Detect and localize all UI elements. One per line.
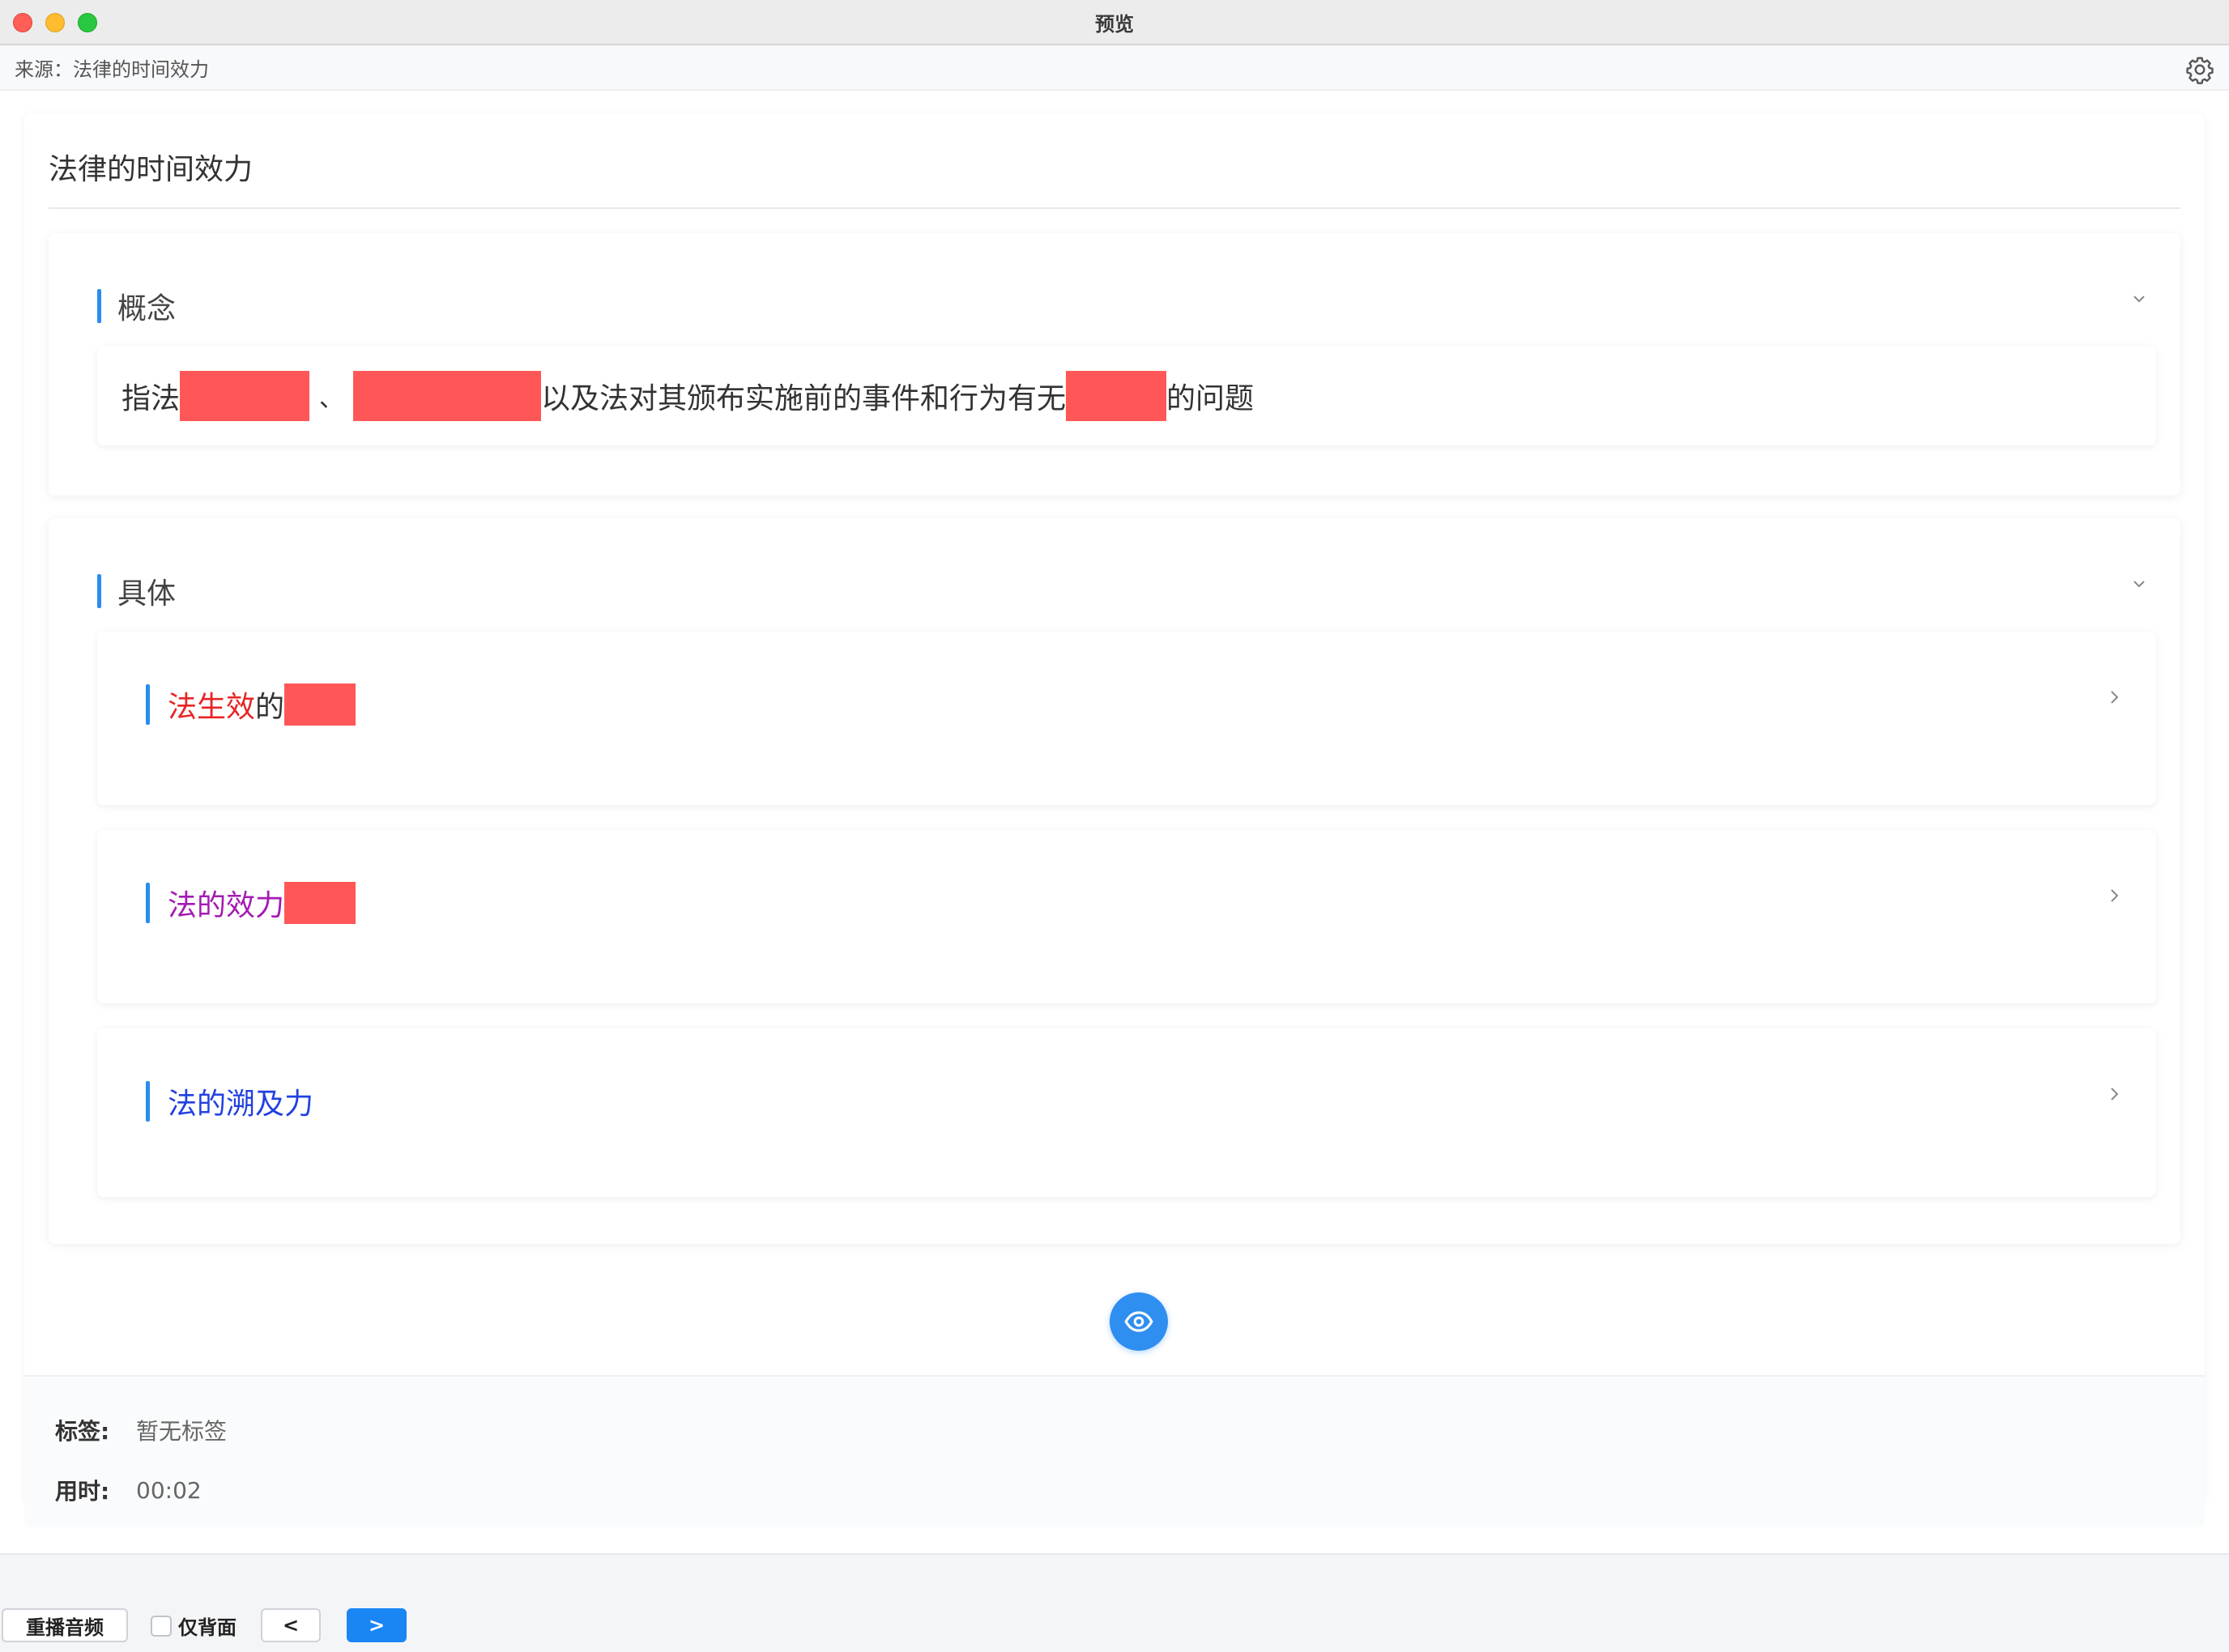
specific-item-header: 法的效力 [146, 882, 356, 924]
source-label: 来源：法律的时间效力 [15, 57, 209, 81]
chevron-down-icon[interactable] [2130, 575, 2148, 593]
time-row: 用时: 00:02 [55, 1474, 202, 1506]
concept-text-suffix: 的问题 [1166, 382, 1255, 415]
specific-item-label: 法的溯及力 [168, 1088, 314, 1121]
next-button[interactable]: > [347, 1608, 407, 1642]
source-bar: 来源：法律的时间效力 [0, 45, 2229, 91]
accent-bar [146, 883, 150, 923]
previous-button[interactable]: < [261, 1608, 321, 1642]
window-controls [13, 13, 97, 32]
gear-icon[interactable] [2185, 55, 2214, 84]
cloze-mask[interactable] [1066, 371, 1167, 421]
cloze-mask[interactable] [284, 683, 356, 726]
concept-label: 概念 [117, 292, 177, 326]
accent-bar [97, 289, 101, 323]
maximize-window-button[interactable] [78, 13, 97, 32]
concept-text-middle: 以及法对其颁布实施前的事件和行为有无 [541, 382, 1067, 415]
accent-bar [97, 574, 101, 608]
chevron-right-icon[interactable] [2106, 685, 2124, 709]
specific-item-header: 法的溯及力 [146, 1080, 313, 1122]
back-only-checkbox[interactable] [151, 1615, 172, 1637]
concept-text-prefix: 指法 [121, 382, 181, 415]
specific-item-label-rest: 的 [255, 691, 285, 724]
specific-section-header[interactable]: 具体 [97, 570, 176, 612]
replay-audio-button[interactable]: 重播音频 [2, 1608, 128, 1642]
eye-icon [1124, 1311, 1153, 1332]
window-title: 预览 [1095, 12, 1134, 36]
chevron-down-icon[interactable] [2130, 290, 2148, 308]
reveal-answer-button[interactable] [1110, 1292, 1168, 1351]
cloze-mask[interactable] [180, 371, 310, 421]
card-meta: 标签: 暂无标签 用时: 00:02 [24, 1375, 2205, 1527]
concept-separator: 、 [319, 385, 344, 413]
main-area: 法律的时间效力 概念 指法 、 以及法对其颁布实施前的事件和行为有无 的问题 具… [0, 91, 2229, 1553]
concept-section-header[interactable]: 概念 [97, 285, 176, 327]
title-divider [49, 207, 2180, 209]
specific-item[interactable]: 法的效力 [97, 830, 2156, 1003]
back-only-toggle[interactable]: 仅背面 [151, 1612, 237, 1640]
cloze-mask[interactable] [284, 882, 356, 924]
note-card: 法律的时间效力 概念 指法 、 以及法对其颁布实施前的事件和行为有无 的问题 具… [24, 113, 2205, 1527]
chevron-right-icon[interactable] [2106, 1082, 2124, 1106]
specific-item-label: 法生效 [168, 691, 256, 724]
specific-item[interactable]: 法的溯及力 [97, 1028, 2156, 1197]
specific-item-label: 法的效力 [168, 889, 285, 922]
window-titlebar: 预览 [0, 0, 2229, 45]
card-title: 法律的时间效力 [49, 153, 254, 186]
close-window-button[interactable] [13, 13, 32, 32]
specific-item-header: 法生效 的 [146, 683, 356, 726]
tags-value: 暂无标签 [136, 1418, 228, 1445]
accent-bar [146, 684, 150, 725]
concept-content: 指法 、 以及法对其颁布实施前的事件和行为有无 的问题 [97, 347, 2156, 445]
back-only-label: 仅背面 [178, 1616, 237, 1639]
specific-label: 具体 [117, 577, 177, 611]
time-value: 00:02 [136, 1476, 202, 1504]
concept-section: 概念 指法 、 以及法对其颁布实施前的事件和行为有无 的问题 [49, 233, 2180, 496]
specific-item[interactable]: 法生效 的 [97, 632, 2156, 805]
tags-key: 标签: [55, 1418, 110, 1445]
chevron-right-icon[interactable] [2106, 883, 2124, 908]
cloze-mask[interactable] [353, 371, 542, 421]
minimize-window-button[interactable] [45, 13, 65, 32]
footer-toolbar: 重播音频 仅背面 < > [0, 1553, 2229, 1652]
tags-row: 标签: 暂无标签 [55, 1414, 227, 1446]
specific-section: 具体 法生效 的 法的效力 法的溯及力 [49, 518, 2180, 1244]
time-key: 用时: [55, 1478, 110, 1505]
accent-bar [146, 1081, 150, 1122]
